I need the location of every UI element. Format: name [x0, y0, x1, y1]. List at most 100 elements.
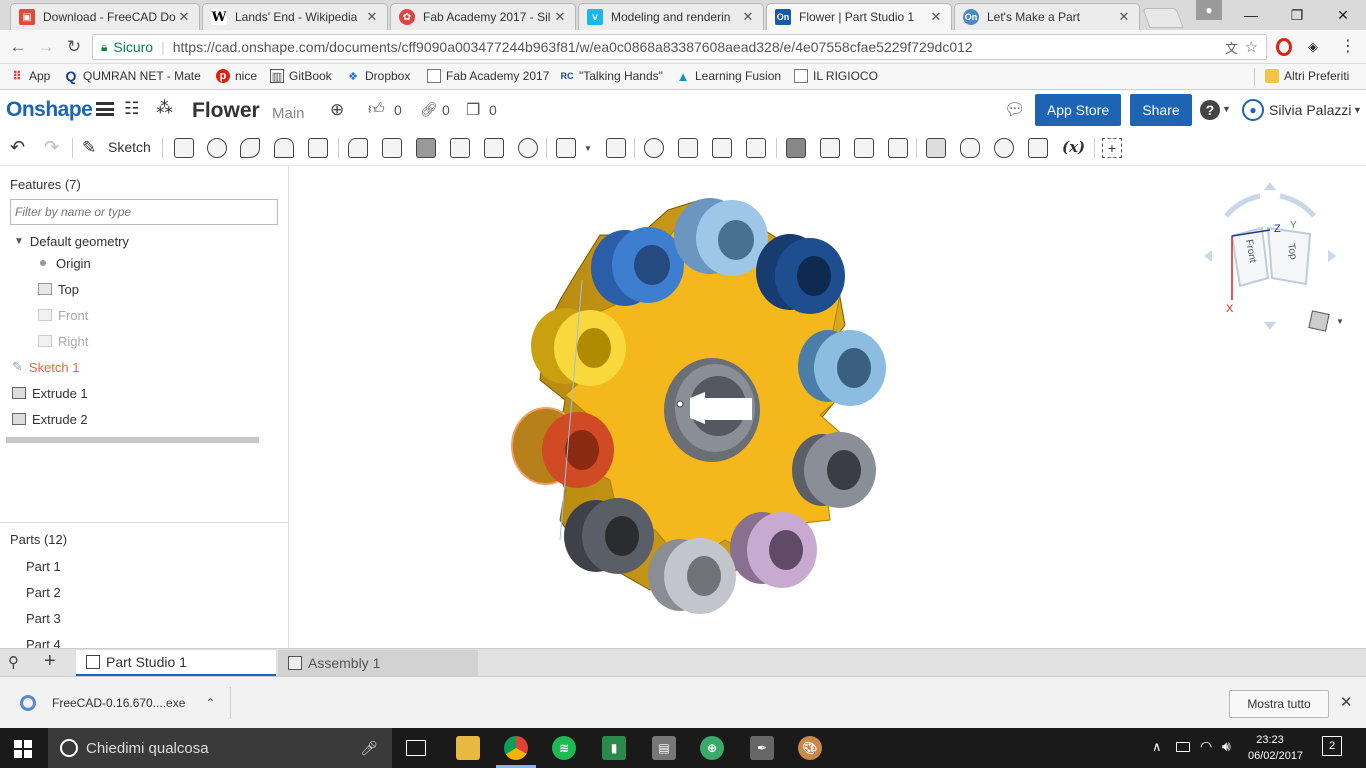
- bookmark-app[interactable]: ⠿ App: [10, 69, 50, 83]
- spotify-icon[interactable]: ≋: [552, 736, 576, 760]
- user-avatar-icon[interactable]: ●: [1242, 99, 1264, 121]
- new-tab-button[interactable]: [1142, 8, 1184, 28]
- fillet-icon[interactable]: [348, 138, 368, 158]
- wifi-icon[interactable]: ◠: [1200, 738, 1212, 755]
- tab-manager-icon[interactable]: ⚲: [8, 653, 19, 671]
- pattern-icon[interactable]: [556, 138, 576, 158]
- insert-icon[interactable]: ⁂: [156, 98, 173, 118]
- sweep-icon[interactable]: [240, 138, 260, 158]
- ring-navy[interactable]: [756, 234, 845, 314]
- hamburger-menu-icon[interactable]: [96, 100, 114, 118]
- ring-lilac[interactable]: [730, 512, 817, 588]
- feature-item-origin[interactable]: Origin: [40, 252, 91, 274]
- bookmark-learningfusion[interactable]: ▲ Learning Fusion: [676, 69, 782, 84]
- undo-icon[interactable]: ↶: [10, 137, 25, 158]
- url-text[interactable]: https://cad.onshape.com/documents/cff909…: [173, 39, 973, 55]
- redo-icon[interactable]: ↷: [44, 137, 59, 158]
- back-arrow-icon[interactable]: ←: [6, 36, 30, 58]
- close-tab-icon[interactable]: ✕: [553, 9, 567, 25]
- extension-icon[interactable]: ◈: [1308, 39, 1324, 55]
- ring-grey[interactable]: [792, 432, 876, 508]
- transform-icon[interactable]: [712, 138, 732, 158]
- part-item[interactable]: Part 2: [26, 585, 61, 600]
- move-face-icon[interactable]: [854, 138, 874, 158]
- add-tab-icon[interactable]: +: [44, 650, 56, 673]
- chamfer-icon[interactable]: [382, 138, 402, 158]
- ring-orange-red[interactable]: [511, 407, 614, 488]
- chevron-down-icon[interactable]: ▼: [1336, 317, 1344, 326]
- windows-start-icon[interactable]: [14, 740, 32, 758]
- cortana-search-box[interactable]: Chiedimi qualcosa 🎤︎: [48, 728, 392, 768]
- mirror-icon[interactable]: [606, 138, 626, 158]
- part-item[interactable]: Part 1: [26, 559, 61, 574]
- chevron-down-icon[interactable]: ▼: [1222, 104, 1231, 114]
- chrome-menu-icon[interactable]: ⋮: [1340, 36, 1356, 58]
- bookmark-dropbox[interactable]: ❖ Dropbox: [346, 69, 410, 83]
- like-icon[interactable]: 👍︎: [368, 100, 385, 119]
- microphone-icon[interactable]: 🎤︎: [360, 740, 378, 757]
- bookmark-fabacademy[interactable]: Fab Academy 2017: [427, 69, 549, 83]
- translate-icon[interactable]: 文: [1225, 38, 1238, 57]
- bookmark-star-icon[interactable]: ☆: [1245, 38, 1258, 56]
- share-button[interactable]: Share: [1130, 94, 1192, 126]
- browser-tab-letsmakeapart[interactable]: On Let's Make a Part ✕: [954, 3, 1140, 30]
- onshape-logo[interactable]: Onshape: [6, 98, 93, 122]
- browser-tab-wikipedia[interactable]: W Lands' End - Wikipedia ✕: [202, 3, 388, 30]
- hole-icon[interactable]: [518, 138, 538, 158]
- app-store-button[interactable]: App Store: [1035, 94, 1121, 126]
- feature-item-top[interactable]: Top: [38, 278, 79, 300]
- modify-fillet-icon[interactable]: [786, 138, 806, 158]
- scanner-icon[interactable]: ▤: [652, 736, 676, 760]
- messenger-icon[interactable]: ▮: [602, 736, 626, 760]
- tab-part-studio[interactable]: Part Studio 1: [76, 650, 276, 676]
- loft-icon[interactable]: [274, 138, 294, 158]
- copy-icon[interactable]: ❐: [466, 100, 480, 120]
- helix-icon[interactable]: [960, 138, 980, 158]
- thicken-icon[interactable]: [308, 138, 328, 158]
- fit-spline-icon[interactable]: [1028, 138, 1048, 158]
- extrude-icon[interactable]: [174, 138, 194, 158]
- feature-item-extrude1[interactable]: Extrude 1: [12, 382, 88, 404]
- link-icon[interactable]: 🔗︎: [420, 101, 438, 118]
- ring-sky[interactable]: [798, 330, 886, 406]
- task-view-icon[interactable]: [406, 740, 426, 756]
- ring-dark-grey[interactable]: [564, 498, 654, 574]
- close-tab-icon[interactable]: ✕: [177, 9, 191, 25]
- chevron-down-icon[interactable]: ▼: [584, 144, 592, 153]
- restore-window-button[interactable]: ❐: [1274, 0, 1320, 30]
- delete-part-icon[interactable]: [746, 138, 766, 158]
- revolve-icon[interactable]: [207, 138, 227, 158]
- graphics-viewport[interactable]: X Z Y Front Top ▼: [290, 166, 1366, 648]
- bookmark-qumran[interactable]: Q QUMRAN NET - Mate: [64, 68, 201, 84]
- inkscape-icon[interactable]: ✒: [750, 736, 774, 760]
- browser-tab-freecad[interactable]: ▣ Download - FreeCAD Do ✕: [10, 3, 200, 30]
- feature-filter-input[interactable]: [10, 199, 278, 225]
- file-explorer-icon[interactable]: [456, 736, 480, 760]
- clock[interactable]: 23:23 06/02/2017: [1248, 732, 1303, 764]
- browser-tab-fabacademy[interactable]: ✿ Fab Academy 2017 - Sil ✕: [390, 3, 576, 30]
- bookmark-ilrigioco[interactable]: IL RIGIOCO: [794, 69, 878, 83]
- other-bookmarks[interactable]: Altri Preferiti: [1265, 69, 1349, 83]
- chevron-down-icon[interactable]: ▼: [14, 236, 24, 247]
- close-tab-icon[interactable]: ✕: [365, 9, 379, 25]
- mate-connector-icon[interactable]: [994, 138, 1014, 158]
- minimize-window-button[interactable]: —: [1228, 0, 1274, 30]
- comments-icon[interactable]: 💬︎: [1004, 100, 1026, 120]
- boolean-icon[interactable]: [644, 138, 664, 158]
- battery-icon[interactable]: [1176, 742, 1190, 752]
- close-window-button[interactable]: ✕: [1320, 0, 1366, 30]
- opera-extension-icon[interactable]: [1276, 38, 1292, 56]
- browser-tab-vimeo[interactable]: v Modeling and renderin ✕: [578, 3, 764, 30]
- bookmark-gitbook[interactable]: ▥ GitBook: [270, 69, 332, 83]
- view-mode-cube-icon[interactable]: [1308, 310, 1330, 332]
- replace-face-icon[interactable]: [888, 138, 908, 158]
- feature-item-extrude2[interactable]: Extrude 2: [12, 408, 88, 430]
- close-download-bar-icon[interactable]: ✕: [1340, 693, 1353, 711]
- feature-item-sketch1[interactable]: ✎ Sketch 1: [12, 356, 80, 378]
- part-item[interactable]: Part 4: [26, 637, 61, 648]
- bookmark-nice[interactable]: p nice: [216, 69, 257, 83]
- shell-icon[interactable]: [484, 138, 504, 158]
- globe-app-icon[interactable]: ⊕: [700, 736, 724, 760]
- close-tab-icon[interactable]: ✕: [929, 9, 943, 25]
- ring-silver[interactable]: [648, 538, 736, 614]
